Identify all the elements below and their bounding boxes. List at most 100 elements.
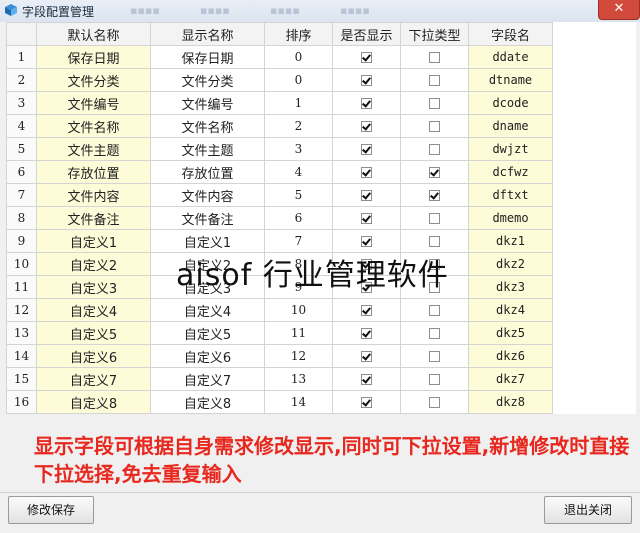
field-name-cell[interactable]: dkz1 — [468, 229, 553, 253]
show-checkbox[interactable] — [361, 51, 372, 63]
dropdown-checkbox[interactable] — [429, 350, 440, 362]
table-row[interactable]: 3 文件编号 文件编号 1 dcode — [6, 91, 553, 115]
show-checkbox[interactable] — [361, 235, 372, 247]
field-name-cell[interactable]: ddate — [468, 45, 553, 69]
dropdown-checkbox[interactable] — [429, 304, 440, 316]
default-name-cell[interactable]: 文件主题 — [36, 137, 151, 161]
default-name-cell[interactable]: 自定义6 — [36, 344, 151, 368]
dropdown-checkbox[interactable] — [429, 212, 440, 224]
table-row[interactable]: 6 存放位置 存放位置 4 dcfwz — [6, 160, 553, 184]
show-checkbox[interactable] — [361, 120, 372, 132]
order-cell[interactable]: 5 — [264, 183, 333, 207]
display-name-cell[interactable]: 文件分类 — [150, 68, 265, 92]
table-row[interactable]: 14 自定义6 自定义6 12 dkz6 — [6, 344, 553, 368]
table-row[interactable]: 1 保存日期 保存日期 0 ddate — [6, 45, 553, 69]
default-name-cell[interactable]: 自定义8 — [36, 390, 151, 414]
default-name-cell[interactable]: 自定义2 — [36, 252, 151, 276]
dropdown-checkbox[interactable] — [429, 327, 440, 339]
order-cell[interactable]: 1 — [264, 91, 333, 115]
field-name-cell[interactable]: dftxt — [468, 183, 553, 207]
field-name-cell[interactable]: dname — [468, 114, 553, 138]
display-name-cell[interactable]: 存放位置 — [150, 160, 265, 184]
close-button[interactable]: ✕ — [598, 0, 640, 20]
display-name-cell[interactable]: 自定义5 — [150, 321, 265, 345]
show-checkbox[interactable] — [361, 373, 372, 385]
table-row[interactable]: 12 自定义4 自定义4 10 dkz4 — [6, 298, 553, 322]
display-name-cell[interactable]: 自定义6 — [150, 344, 265, 368]
display-name-cell[interactable]: 文件编号 — [150, 91, 265, 115]
dropdown-checkbox[interactable] — [429, 235, 440, 247]
field-name-cell[interactable]: dkz5 — [468, 321, 553, 345]
field-name-cell[interactable]: dmemo — [468, 206, 553, 230]
col-header-default-name[interactable]: 默认名称 — [36, 22, 151, 46]
table-row[interactable]: 8 文件备注 文件备注 6 dmemo — [6, 206, 553, 230]
field-name-cell[interactable]: dkz7 — [468, 367, 553, 391]
dropdown-checkbox[interactable] — [429, 51, 440, 63]
save-changes-button[interactable]: 修改保存 — [8, 496, 94, 524]
col-header-field-name[interactable]: 字段名 — [468, 22, 553, 46]
order-cell[interactable]: 0 — [264, 68, 333, 92]
default-name-cell[interactable]: 自定义1 — [36, 229, 151, 253]
field-name-cell[interactable]: dkz3 — [468, 275, 553, 299]
default-name-cell[interactable]: 保存日期 — [36, 45, 151, 69]
display-name-cell[interactable]: 保存日期 — [150, 45, 265, 69]
dropdown-checkbox[interactable] — [429, 396, 440, 408]
field-name-cell[interactable]: dtname — [468, 68, 553, 92]
col-header-dropdown-type[interactable]: 下拉类型 — [400, 22, 469, 46]
col-header-display-name[interactable]: 显示名称 — [150, 22, 265, 46]
order-cell[interactable]: 10 — [264, 298, 333, 322]
field-name-cell[interactable]: dkz2 — [468, 252, 553, 276]
exit-close-button[interactable]: 退出关闭 — [544, 496, 632, 524]
show-checkbox[interactable] — [361, 327, 372, 339]
display-name-cell[interactable]: 文件内容 — [150, 183, 265, 207]
show-checkbox[interactable] — [361, 189, 372, 201]
field-name-cell[interactable]: dcfwz — [468, 160, 553, 184]
table-row[interactable]: 13 自定义5 自定义5 11 dkz5 — [6, 321, 553, 345]
order-cell[interactable]: 14 — [264, 390, 333, 414]
show-checkbox[interactable] — [361, 166, 372, 178]
default-name-cell[interactable]: 自定义3 — [36, 275, 151, 299]
order-cell[interactable]: 11 — [264, 321, 333, 345]
default-name-cell[interactable]: 文件备注 — [36, 206, 151, 230]
default-name-cell[interactable]: 存放位置 — [36, 160, 151, 184]
dropdown-checkbox[interactable] — [429, 189, 440, 201]
default-name-cell[interactable]: 文件编号 — [36, 91, 151, 115]
order-cell[interactable]: 4 — [264, 160, 333, 184]
table-row[interactable]: 5 文件主题 文件主题 3 dwjzt — [6, 137, 553, 161]
table-row[interactable]: 2 文件分类 文件分类 0 dtname — [6, 68, 553, 92]
show-checkbox[interactable] — [361, 304, 372, 316]
dropdown-checkbox[interactable] — [429, 97, 440, 109]
order-cell[interactable]: 0 — [264, 45, 333, 69]
display-name-cell[interactable]: 自定义4 — [150, 298, 265, 322]
dropdown-checkbox[interactable] — [429, 373, 440, 385]
display-name-cell[interactable]: 文件主题 — [150, 137, 265, 161]
col-header-order[interactable]: 排序 — [264, 22, 333, 46]
order-cell[interactable]: 12 — [264, 344, 333, 368]
default-name-cell[interactable]: 文件内容 — [36, 183, 151, 207]
table-row[interactable]: 16 自定义8 自定义8 14 dkz8 — [6, 390, 553, 414]
display-name-cell[interactable]: 文件备注 — [150, 206, 265, 230]
display-name-cell[interactable]: 文件名称 — [150, 114, 265, 138]
default-name-cell[interactable]: 自定义5 — [36, 321, 151, 345]
order-cell[interactable]: 13 — [264, 367, 333, 391]
default-name-cell[interactable]: 文件名称 — [36, 114, 151, 138]
show-checkbox[interactable] — [361, 212, 372, 224]
dropdown-checkbox[interactable] — [429, 74, 440, 86]
field-name-cell[interactable]: dcode — [468, 91, 553, 115]
show-checkbox[interactable] — [361, 350, 372, 362]
field-name-cell[interactable]: dkz6 — [468, 344, 553, 368]
table-row[interactable]: 7 文件内容 文件内容 5 dftxt — [6, 183, 553, 207]
order-cell[interactable]: 3 — [264, 137, 333, 161]
show-checkbox[interactable] — [361, 396, 372, 408]
order-cell[interactable]: 2 — [264, 114, 333, 138]
dropdown-checkbox[interactable] — [429, 120, 440, 132]
field-name-cell[interactable]: dkz4 — [468, 298, 553, 322]
default-name-cell[interactable]: 自定义7 — [36, 367, 151, 391]
display-name-cell[interactable]: 自定义7 — [150, 367, 265, 391]
col-header-show[interactable]: 是否显示 — [332, 22, 401, 46]
field-name-cell[interactable]: dwjzt — [468, 137, 553, 161]
dropdown-checkbox[interactable] — [429, 166, 440, 178]
dropdown-checkbox[interactable] — [429, 143, 440, 155]
table-row[interactable]: 4 文件名称 文件名称 2 dname — [6, 114, 553, 138]
show-checkbox[interactable] — [361, 74, 372, 86]
